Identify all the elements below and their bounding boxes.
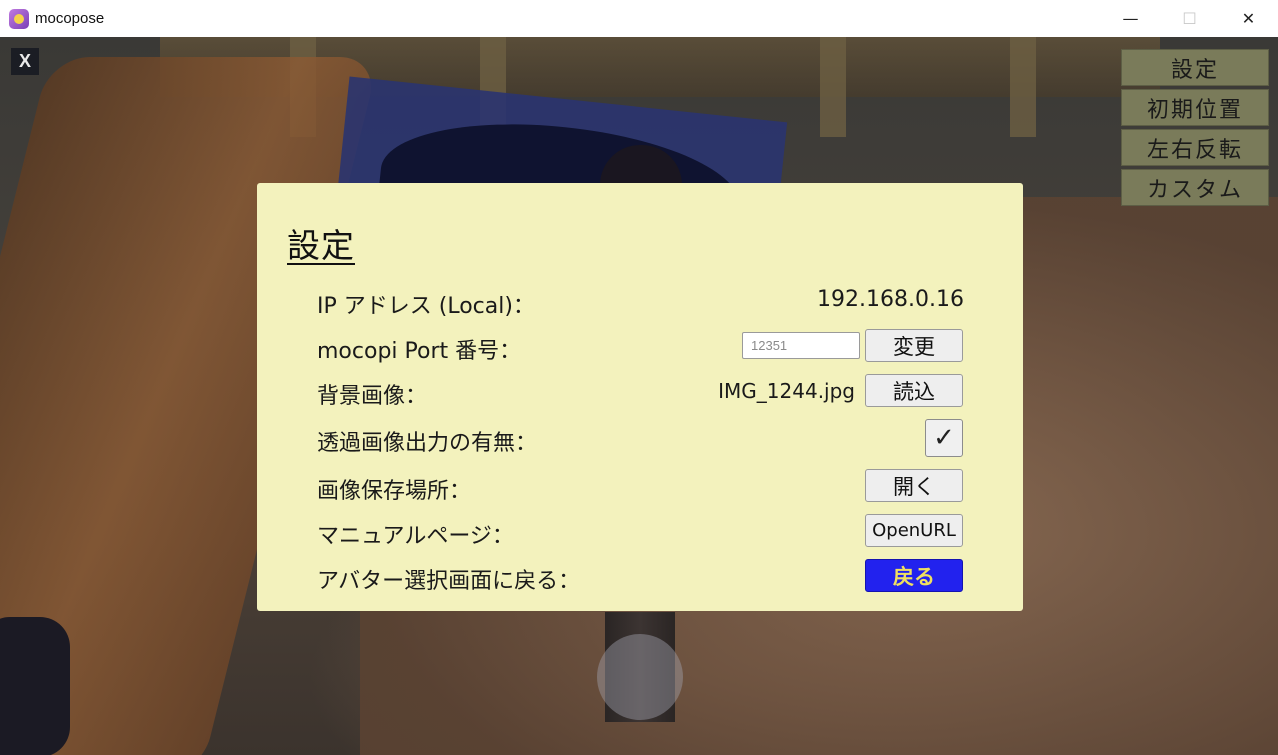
save-location-label: 画像保存場所： — [317, 479, 472, 504]
transparent-output-checkbox[interactable]: ✓ — [925, 419, 963, 457]
app-icon — [9, 8, 29, 29]
background-image-filename: IMG_1244.jpg — [718, 379, 855, 403]
avatar-drag-handle[interactable] — [597, 634, 683, 720]
settings-dialog: 設定 IP アドレス (Local)： 192.168.0.16 mocopi … — [257, 183, 1023, 611]
scene-post — [820, 37, 846, 137]
background-image-label: 背景画像： — [317, 384, 428, 409]
back-to-avatar-label: アバター選択画面に戻る： — [317, 569, 581, 594]
window-title: mocopose — [35, 10, 105, 27]
back-button[interactable]: 戻る — [865, 559, 963, 592]
checkmark-icon: ✓ — [933, 423, 955, 453]
open-folder-button[interactable]: 開く — [865, 469, 963, 502]
port-label: mocopi Port 番号： — [317, 339, 522, 364]
window-controls: — ☐ ✕ — [1101, 0, 1278, 37]
ip-address-value: 192.168.0.16 — [817, 287, 964, 312]
load-image-button[interactable]: 読込 — [865, 374, 963, 407]
manual-page-label: マニュアルページ： — [317, 524, 514, 549]
port-input[interactable]: 12351 — [742, 332, 860, 359]
scene-post — [1010, 37, 1036, 137]
overlay-close-button[interactable]: X — [11, 48, 39, 75]
settings-button[interactable]: 設定 — [1121, 49, 1269, 86]
title-bar: mocopose — ☐ ✕ — [0, 0, 1278, 37]
ip-address-label: IP アドレス (Local)： — [317, 294, 535, 319]
reset-position-button[interactable]: 初期位置 — [1121, 89, 1269, 126]
change-port-button[interactable]: 変更 — [865, 329, 963, 362]
custom-button[interactable]: カスタム — [1121, 169, 1269, 206]
scene-dark-object — [0, 617, 70, 755]
minimize-button[interactable]: — — [1101, 0, 1160, 37]
side-menu: 設定 初期位置 左右反転 カスタム — [1121, 49, 1269, 209]
dialog-title: 設定 — [287, 226, 355, 265]
mirror-button[interactable]: 左右反転 — [1121, 129, 1269, 166]
transparent-output-label: 透過画像出力の有無： — [317, 431, 538, 456]
close-window-button[interactable]: ✕ — [1219, 0, 1278, 37]
open-url-button[interactable]: OpenURL — [865, 514, 963, 547]
maximize-button[interactable]: ☐ — [1160, 0, 1219, 37]
